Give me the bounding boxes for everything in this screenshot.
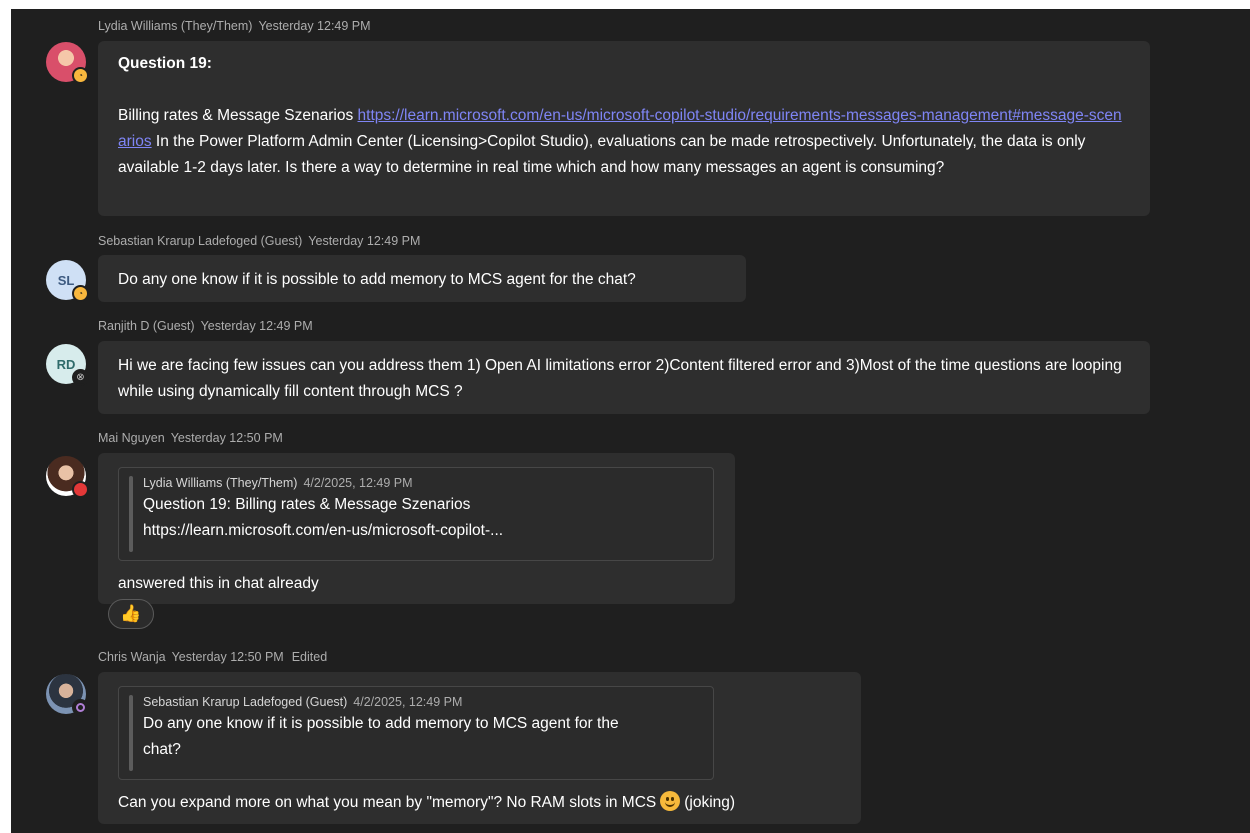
message-text-continued: (joking) xyxy=(684,794,736,811)
avatar[interactable]: RD ⊗ xyxy=(46,344,89,386)
message-text: Hi we are facing few issues can you addr… xyxy=(118,357,1122,400)
message-bubble[interactable]: Hi we are facing few issues can you addr… xyxy=(98,341,1150,414)
smile-emoji-icon xyxy=(660,791,681,811)
message-bubble[interactable]: Do any one know if it is possible to add… xyxy=(98,255,746,302)
timestamp: Yesterday 12:49 PM xyxy=(200,319,313,333)
message-text: Billing rates & Message Szenarios xyxy=(118,107,358,124)
quoted-message[interactable]: Lydia Williams (They/Them) 4/2/2025, 12:4… xyxy=(118,467,714,561)
timestamp: Yesterday 12:49 PM xyxy=(258,19,371,33)
thumbs-up-icon: 👍 xyxy=(120,604,142,623)
timestamp: Yesterday 12:49 PM xyxy=(308,234,421,248)
message-meta: Sebastian Krarup Ladefoged (Guest) Yester… xyxy=(98,234,420,248)
author-name[interactable]: Mai Nguyen xyxy=(98,431,165,445)
avatar[interactable]: ◔ xyxy=(46,42,89,84)
edited-label: Edited xyxy=(291,650,328,664)
quote-meta: Sebastian Krarup Ladefoged (Guest) 4/2/20… xyxy=(143,693,701,711)
away-status-icon: ◔ xyxy=(72,67,89,84)
avatar[interactable] xyxy=(46,456,89,498)
message-text: Can you expand more on what you mean by … xyxy=(118,794,657,811)
message-text: answered this in chat already xyxy=(118,575,319,592)
quote-line-1: Do any one know if it is possible to add… xyxy=(143,715,619,732)
chat-panel: Lydia Williams (They/Them) Yesterday 12:4… xyxy=(11,9,1250,833)
quote-date: 4/2/2025, 12:49 PM xyxy=(303,476,413,490)
message-meta: Mai Nguyen Yesterday 12:50 PM xyxy=(98,431,283,445)
quote-author: Lydia Williams (They/Them) xyxy=(143,476,298,490)
author-name[interactable]: Lydia Williams (They/Them) xyxy=(98,19,252,33)
question-title: Question 19: xyxy=(118,55,212,72)
message-bubble[interactable]: Lydia Williams (They/Them) 4/2/2025, 12:4… xyxy=(98,453,735,604)
message-meta: Lydia Williams (They/Them) Yesterday 12:4… xyxy=(98,19,371,33)
quoted-message[interactable]: Sebastian Krarup Ladefoged (Guest) 4/2/20… xyxy=(118,686,714,780)
timestamp: Yesterday 12:50 PM xyxy=(171,650,284,664)
author-name[interactable]: Sebastian Krarup Ladefoged (Guest) xyxy=(98,234,302,248)
quote-author: Sebastian Krarup Ladefoged (Guest) xyxy=(143,695,348,709)
timestamp: Yesterday 12:50 PM xyxy=(170,431,283,445)
message-text: Do any one know if it is possible to add… xyxy=(118,271,636,288)
message-bubble[interactable]: Question 19: Billing rates & Message Sze… xyxy=(98,41,1150,216)
avatar[interactable]: SL ◔ xyxy=(46,260,89,302)
quote-line-2: https://learn.microsoft.com/en-us/micros… xyxy=(143,522,504,539)
avatar[interactable] xyxy=(46,674,89,716)
quote-line-1: Question 19: Billing rates & Message Sze… xyxy=(143,496,471,513)
author-name[interactable]: Ranjith D (Guest) xyxy=(98,319,195,333)
busy-status-icon xyxy=(72,481,89,498)
message-meta: Ranjith D (Guest) Yesterday 12:49 PM xyxy=(98,319,313,333)
presence-status-icon xyxy=(72,699,89,716)
away-status-icon: ◔ xyxy=(72,285,89,302)
message-text-continued: In the Power Platform Admin Center (Lice… xyxy=(118,133,1086,176)
message-meta: Chris Wanja Yesterday 12:50 PM Edited xyxy=(98,650,327,664)
message-bubble[interactable]: Sebastian Krarup Ladefoged (Guest) 4/2/20… xyxy=(98,672,861,824)
message-text-line: Can you expand more on what you mean by … xyxy=(118,790,841,816)
thumbs-up-reaction[interactable]: 👍 xyxy=(108,599,154,629)
author-name[interactable]: Chris Wanja xyxy=(98,650,166,664)
quote-line-2: chat? xyxy=(143,741,181,758)
quote-date: 4/2/2025, 12:49 PM xyxy=(353,695,463,709)
quote-meta: Lydia Williams (They/Them) 4/2/2025, 12:4… xyxy=(143,474,701,492)
offline-status-icon: ⊗ xyxy=(72,369,89,386)
